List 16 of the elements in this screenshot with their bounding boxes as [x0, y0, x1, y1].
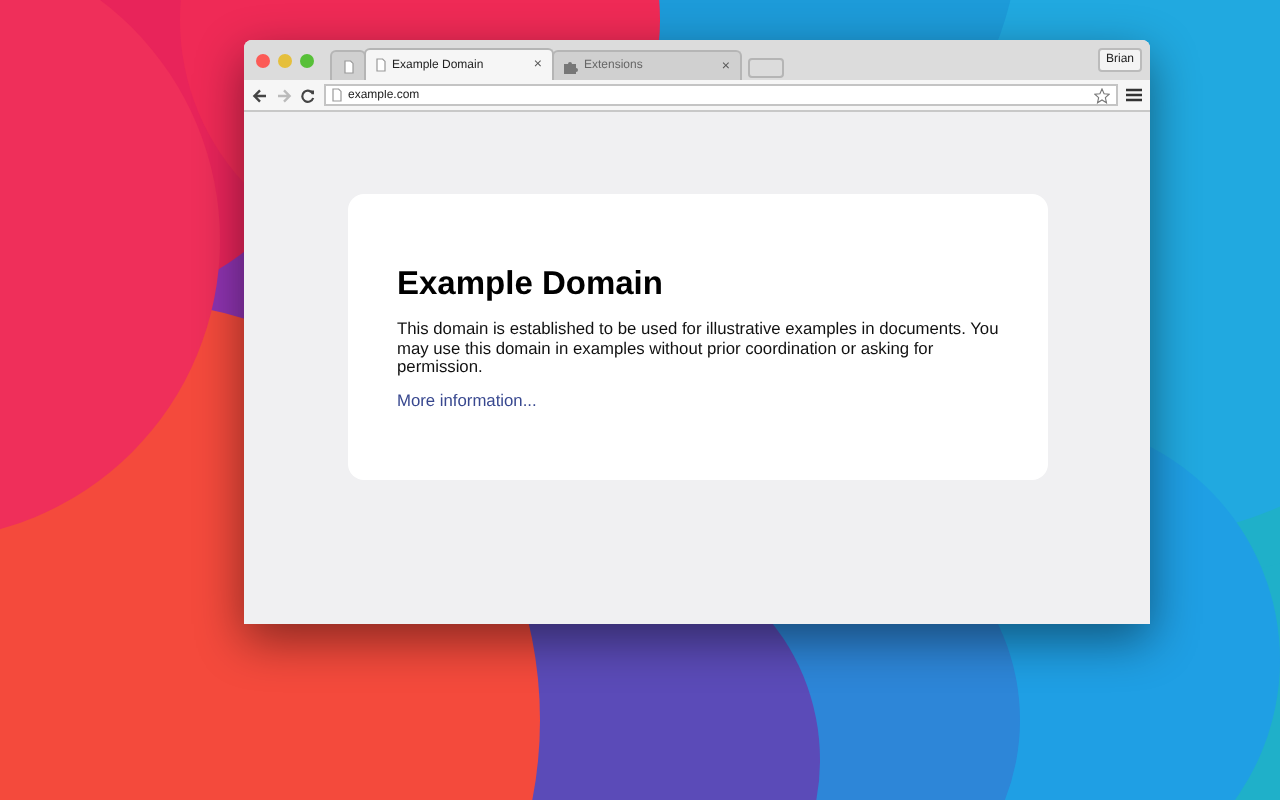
browser-tab[interactable] — [330, 50, 366, 80]
page-heading: Example Domain — [397, 266, 663, 304]
more-information-link[interactable]: More information... — [397, 389, 537, 409]
star-icon[interactable] — [1094, 87, 1110, 103]
puzzle-piece-icon — [564, 59, 578, 73]
menu-icon[interactable] — [1126, 88, 1142, 102]
reload-icon[interactable] — [300, 87, 316, 103]
close-window-button[interactable] — [256, 53, 270, 67]
minimize-window-button[interactable] — [278, 53, 292, 67]
description-paragraph: This domain is established to be used for illustrative examples in documents. You may use this domain in examples without prior coordination or asking for permission. — [397, 320, 1001, 377]
new-tab-button[interactable] — [748, 58, 784, 78]
page-icon — [343, 59, 353, 73]
zoom-window-button[interactable] — [300, 53, 314, 67]
forward-icon[interactable] — [276, 87, 292, 103]
back-icon[interactable] — [252, 87, 268, 103]
page-icon — [376, 58, 386, 72]
